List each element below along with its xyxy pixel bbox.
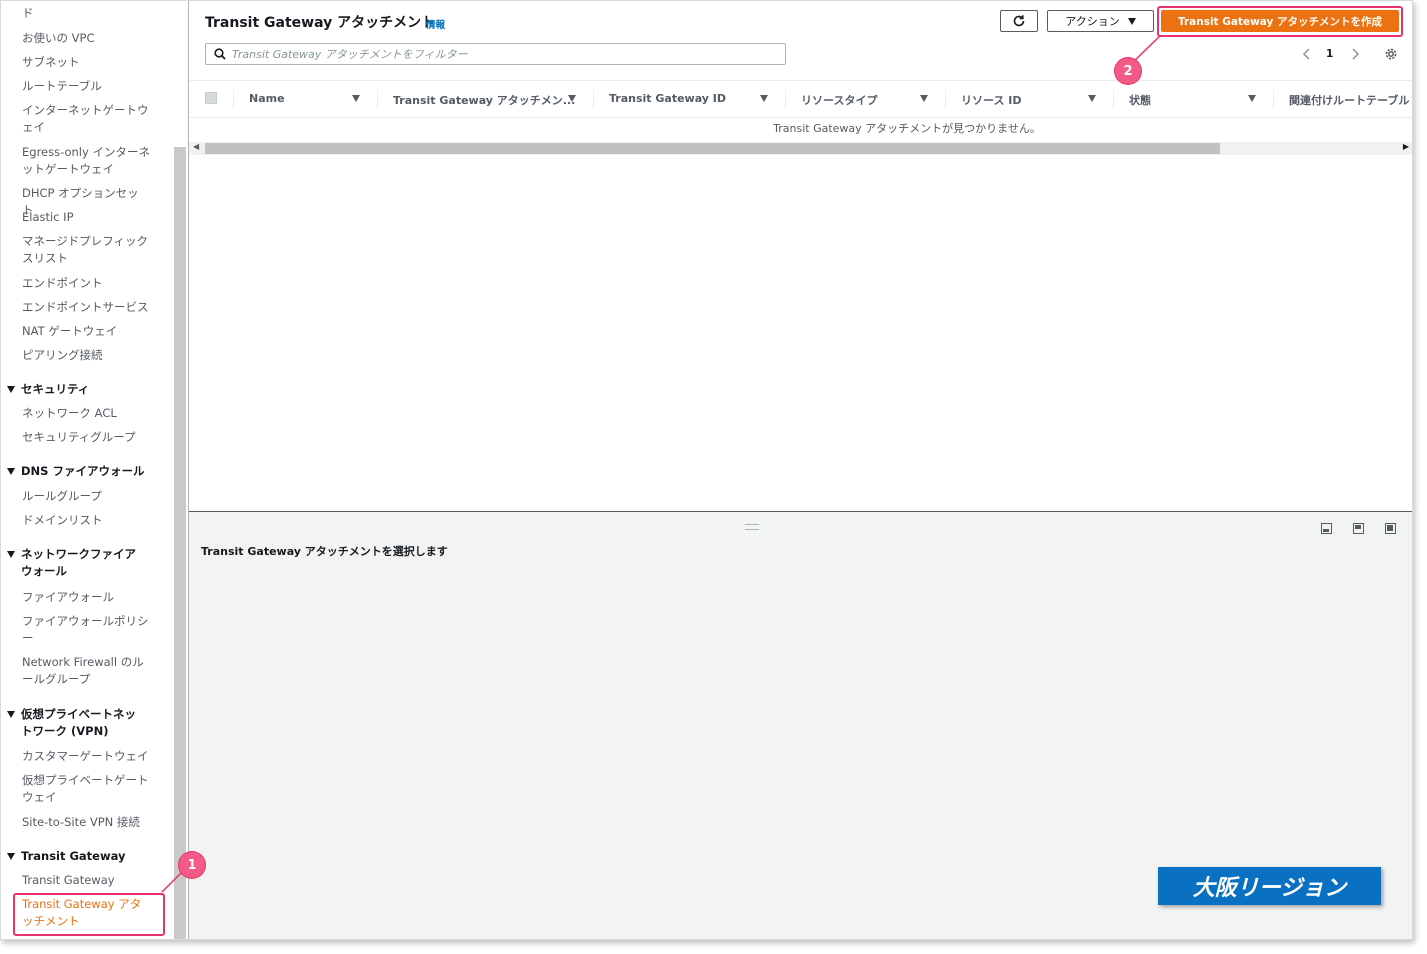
column-separator (593, 89, 594, 109)
region-badge: 大阪リージョン (1158, 867, 1381, 905)
column-resource-id[interactable]: リソース ID (961, 92, 1022, 108)
expand-triangle-icon (7, 853, 15, 860)
next-page-icon[interactable] (1350, 47, 1360, 61)
sidebar-item-partial[interactable]: ド (22, 5, 150, 22)
sidebar-item-subnets[interactable]: サブネット (22, 54, 150, 71)
sidebar-item-virtual-private-gateways[interactable]: 仮想プライベートゲートウェイ (22, 772, 150, 806)
sort-triangle-icon[interactable] (1088, 95, 1096, 102)
panel-bottom-icon[interactable] (1321, 523, 1332, 534)
sidebar-item-nfw-rule-groups[interactable]: Network Firewall のルールグループ (22, 654, 150, 688)
sidebar-item-transit-gateways[interactable]: Transit Gateway (22, 872, 150, 889)
select-all-checkbox[interactable] (205, 92, 217, 104)
sidebar-item-endpoints[interactable]: エンドポイント (22, 275, 150, 292)
sidebar-item-vpc[interactable]: お使いの VPC (22, 30, 150, 47)
caret-down-icon (1127, 17, 1136, 25)
scroll-left-icon[interactable]: ◀ (193, 142, 199, 151)
panel-side-icon[interactable] (1353, 523, 1364, 534)
search-placeholder: Transit Gateway アタッチメントをフィルター (232, 48, 468, 61)
sidebar-item-firewalls[interactable]: ファイアウォール (22, 589, 150, 606)
sidebar-item-endpoint-services[interactable]: エンドポイントサービス (22, 299, 150, 316)
column-name[interactable]: Name (249, 92, 285, 105)
sort-triangle-icon[interactable] (352, 95, 360, 102)
page-title: Transit Gateway アタッチメント (205, 15, 436, 31)
sidebar-item-rule-groups[interactable]: ルールグループ (22, 488, 150, 505)
table-header: Name Transit Gateway アタッチメン... Transit G… (189, 80, 1412, 118)
empty-table-message: Transit Gateway アタッチメントが見つかりません。 (773, 122, 1041, 135)
table-horizontal-scrollbar[interactable]: ◀ ▶ (189, 142, 1412, 155)
sidebar-item-managed-prefix-lists[interactable]: マネージドプレフィックスリスト (22, 233, 150, 267)
callout-1: 1 (179, 852, 205, 878)
expand-triangle-icon (7, 468, 15, 475)
refresh-button[interactable] (1000, 10, 1038, 32)
split-panel-resize-handle[interactable] (745, 524, 759, 530)
column-transit-gateway-id[interactable]: Transit Gateway ID (609, 92, 726, 105)
column-state[interactable]: 状態 (1129, 92, 1151, 108)
sidebar-item-route-tables[interactable]: ルートテーブル (22, 78, 150, 95)
sidebar-section-dns-firewall[interactable]: DNS ファイアウォール (7, 463, 157, 480)
column-separator (945, 89, 946, 109)
column-associated-route-table[interactable]: 関連付けルートテーブル (1289, 92, 1409, 108)
sidebar-item-internet-gateways[interactable]: インターネットゲートウェイ (22, 102, 150, 136)
search-icon (214, 48, 226, 60)
console-window: ド お使いの VPC サブネット ルートテーブル インターネットゲートウェイ E… (0, 0, 1413, 940)
expand-triangle-icon (7, 551, 15, 558)
column-separator (785, 89, 786, 109)
split-panel-title: Transit Gateway アタッチメントを選択します (201, 545, 448, 558)
expand-triangle-icon (7, 711, 15, 718)
create-attachment-button[interactable]: Transit Gateway アタッチメントを作成 (1161, 10, 1399, 32)
sidebar-section-security[interactable]: セキュリティ (7, 381, 157, 398)
refresh-icon (1013, 15, 1025, 27)
split-panel: Transit Gateway アタッチメントを選択します 大阪リージョン (189, 511, 1412, 939)
sidebar-scrollbar-thumb[interactable] (174, 147, 186, 939)
sort-triangle-icon[interactable] (568, 95, 576, 102)
column-resource-type[interactable]: リソースタイプ (801, 92, 877, 108)
sidebar-item-security-groups[interactable]: セキュリティグループ (22, 429, 150, 446)
sidebar-item-domain-lists[interactable]: ドメインリスト (22, 512, 150, 529)
filter-search[interactable]: Transit Gateway アタッチメントをフィルター (205, 43, 786, 65)
scroll-right-icon[interactable]: ▶ (1403, 142, 1409, 151)
sidebar-item-customer-gateways[interactable]: カスタマーゲートウェイ (22, 748, 150, 765)
gear-icon[interactable] (1384, 47, 1398, 61)
actions-dropdown[interactable]: アクション (1047, 10, 1154, 32)
sort-triangle-icon[interactable] (920, 95, 928, 102)
sidebar-section-vpn[interactable]: 仮想プライベートネットワーク (VPN) (7, 706, 147, 740)
sidebar-item-nat-gateways[interactable]: NAT ゲートウェイ (22, 323, 150, 340)
column-attachment-id[interactable]: Transit Gateway アタッチメン... (393, 92, 575, 108)
sidebar: ド お使いの VPC サブネット ルートテーブル インターネットゲートウェイ E… (1, 1, 173, 939)
highlight-sidebar-item (13, 893, 165, 936)
scrollbar-thumb[interactable] (205, 143, 1220, 154)
column-separator (1273, 89, 1274, 109)
sidebar-item-egress-only-igw[interactable]: Egress-only インターネットゲートウェイ (22, 144, 150, 178)
sidebar-item-peering[interactable]: ピアリング接続 (22, 347, 150, 364)
column-separator (1113, 89, 1114, 109)
page-number[interactable]: 1 (1326, 48, 1333, 60)
sort-triangle-icon[interactable] (1248, 95, 1256, 102)
info-link[interactable]: 情報 (426, 17, 445, 31)
column-separator (377, 89, 378, 109)
sidebar-item-firewall-policies[interactable]: ファイアウォールポリシー (22, 613, 150, 647)
expand-triangle-icon (7, 386, 15, 393)
sidebar-section-transit-gateway[interactable]: Transit Gateway (7, 848, 157, 865)
prev-page-icon[interactable] (1302, 47, 1312, 61)
callout-2: 2 (1115, 58, 1141, 84)
sidebar-item-elastic-ip[interactable]: Elastic IP (22, 209, 150, 226)
sidebar-scrollbar[interactable] (173, 1, 187, 939)
actions-label: アクション (1065, 15, 1120, 28)
sidebar-item-network-acl[interactable]: ネットワーク ACL (22, 405, 150, 422)
column-separator (233, 89, 234, 109)
sort-triangle-icon[interactable] (760, 95, 768, 102)
main-content: Transit Gateway アタッチメント 情報 アクション Transit… (188, 1, 1412, 939)
sidebar-item-site-to-site-vpn[interactable]: Site-to-Site VPN 接続 (22, 814, 150, 831)
sidebar-section-network-firewall[interactable]: ネットワークファイアウォール (7, 546, 147, 580)
panel-full-icon[interactable] (1385, 523, 1396, 534)
